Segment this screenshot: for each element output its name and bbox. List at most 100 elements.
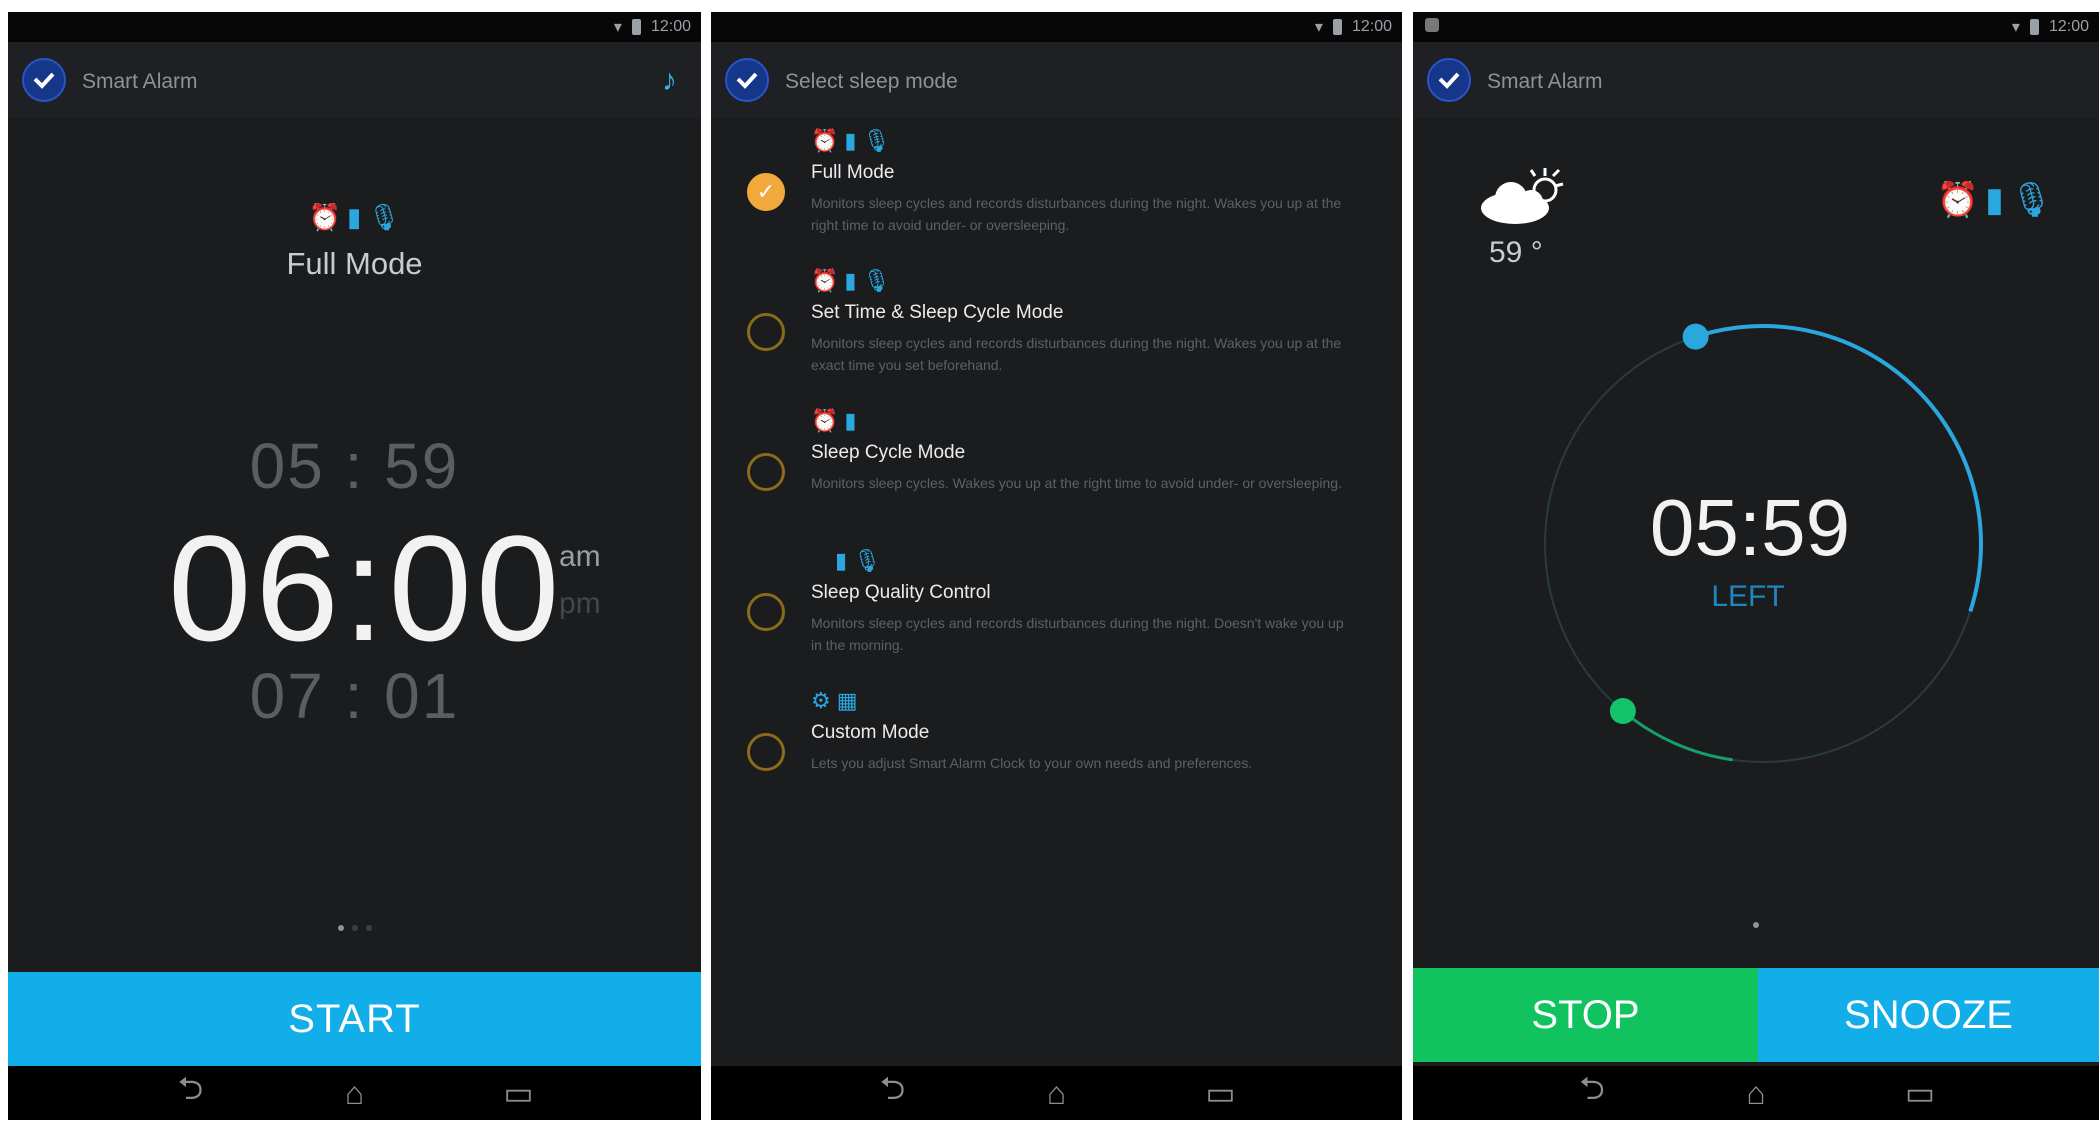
time-picker-next[interactable]: 07 : 01 — [8, 659, 701, 733]
app-title: Smart Alarm — [1487, 70, 1603, 93]
mode-description: Monitors sleep cycles and records distur… — [811, 195, 1342, 233]
countdown-label: LEFT — [1711, 580, 1785, 613]
back-icon[interactable]: ⮌ — [1565, 1066, 1619, 1120]
music-note-icon[interactable]: ♪ — [662, 64, 677, 98]
bar-chart-icon: ▮ — [1985, 181, 2004, 219]
page-dot-active — [1753, 922, 1759, 928]
home-icon[interactable]: ⌂ — [328, 1075, 382, 1112]
alarm-clock-icon: ⏰ — [811, 128, 839, 153]
app-logo-icon[interactable] — [725, 58, 769, 102]
dial-elapsed-arc — [1621, 709, 1733, 762]
back-icon[interactable]: ⮌ — [164, 1066, 218, 1120]
radio-unselected[interactable] — [747, 733, 785, 771]
alarm-clock-icon: ⏰ — [1936, 181, 1980, 219]
app-logo-icon[interactable] — [1427, 58, 1471, 102]
mode-option-custom[interactable]: ⚙ ▦ Custom Mode Lets you adjust Smart Al… — [711, 688, 1402, 818]
mode-feature-icons: ⏰ ▮ 🎙 — [8, 202, 701, 233]
action-bar: Smart Alarm — [1413, 42, 2099, 118]
mode-option-full[interactable]: ✓ ⏰ ▮ 🎙 Full Mode Monitors sleep cycles … — [711, 128, 1402, 258]
mode-description: Monitors sleep cycles. Wakes you up at t… — [811, 475, 1342, 491]
recent-apps-icon[interactable]: ▭ — [1194, 1074, 1248, 1112]
bar-chart-icon: ▮ — [835, 548, 848, 573]
mode-title: Custom Mode — [811, 722, 930, 743]
bar-chart-icon: ▮ — [844, 268, 857, 293]
radio-unselected[interactable] — [747, 313, 785, 351]
microphone-icon: 🎙 — [2009, 181, 2053, 219]
nav-bar: ⮌ ⌂ ▭ — [8, 1066, 701, 1120]
bar-chart-icon: ▮ — [844, 128, 857, 153]
screen-title: Select sleep mode — [785, 70, 958, 93]
microphone-icon: 🎙 — [862, 128, 891, 153]
alarm-clock-icon: ⏰ — [811, 408, 839, 433]
battery-icon — [1332, 19, 1342, 35]
page-dot — [365, 925, 372, 931]
bar-chart-icon: ▮ — [844, 408, 857, 433]
page-dot-active — [337, 925, 344, 931]
calendar-icon: ▦ — [836, 688, 858, 713]
mode-option-sleep-quality-control[interactable]: ▮ 🎙 Sleep Quality Control Monitors sleep… — [711, 548, 1402, 678]
mode-option-sleep-cycle[interactable]: ⏰ ▮ Sleep Cycle Mode Monitors sleep cycl… — [711, 408, 1402, 538]
radio-selected[interactable]: ✓ — [747, 173, 785, 211]
status-bar: ▾ 12:00 — [1413, 12, 2099, 42]
time-picker-selected[interactable]: 06:00 — [168, 502, 563, 675]
radio-unselected[interactable] — [747, 593, 785, 631]
mode-title: Set Time & Sleep Cycle Mode — [811, 302, 1064, 323]
app-logo-icon[interactable] — [22, 58, 66, 102]
time-picker-prev[interactable]: 05 : 59 — [8, 429, 701, 503]
mode-feature-icons: ⏰ ▮ 🎙 — [811, 268, 890, 294]
back-icon[interactable]: ⮌ — [866, 1066, 920, 1120]
notification-icon — [1425, 18, 1439, 32]
gear-icon: ⚙ — [811, 688, 831, 713]
action-bar: Select sleep mode — [711, 42, 1402, 118]
alarm-clock-icon: ⏰ — [308, 202, 342, 232]
dial-end-handle[interactable] — [1609, 697, 1636, 724]
am-toggle[interactable]: am — [559, 540, 601, 574]
bar-chart-icon: ▮ — [347, 202, 362, 232]
microphone-icon: 🎙 — [367, 202, 401, 232]
radio-unselected[interactable] — [747, 453, 785, 491]
temperature: 59 ° — [1489, 236, 1543, 269]
start-button[interactable]: START — [8, 972, 701, 1066]
page-indicator — [1413, 922, 2099, 928]
recent-apps-icon[interactable]: ▭ — [1893, 1074, 1947, 1112]
status-bar: ▾ 12:00 — [8, 12, 701, 42]
microphone-icon: 🎙 — [853, 548, 882, 573]
mode-description: Monitors sleep cycles and records distur… — [811, 335, 1342, 373]
recent-apps-icon[interactable]: ▭ — [492, 1074, 546, 1112]
mode-title: Full Mode — [811, 162, 895, 183]
select-mode-screen: ▾ 12:00 Select sleep mode ✓ ⏰ ▮ 🎙 Full M… — [711, 12, 1402, 1120]
alarm-ringing-screen: ▾ 12:00 Smart Alarm 59 ° ⏰ ▮ 🎙 05:59 LEF… — [1413, 12, 2099, 1120]
status-time: 12:00 — [1351, 18, 1392, 35]
partly-sunny-icon — [1473, 162, 1573, 246]
mode-description: Monitors sleep cycles and records distur… — [811, 615, 1344, 653]
status-icons: ▾ 12:00 — [614, 16, 691, 38]
page-indicator — [8, 925, 701, 931]
mode-name[interactable]: Full Mode — [8, 246, 701, 282]
home-icon[interactable]: ⌂ — [1729, 1075, 1783, 1112]
status-bar: ▾ 12:00 — [711, 12, 1402, 42]
pm-toggle[interactable]: pm — [559, 587, 601, 621]
page-dot — [351, 925, 358, 931]
status-time: 12:00 — [650, 18, 691, 35]
mode-feature-icons: ⚙ ▦ — [811, 688, 858, 714]
home-icon[interactable]: ⌂ — [1030, 1075, 1084, 1112]
alarm-main-screen: ▾ 12:00 Smart Alarm ♪ ⏰ ▮ 🎙 Full Mode 05… — [8, 12, 701, 1120]
countdown-time: 05:59 — [1649, 483, 1851, 572]
status-time: 12:00 — [2048, 18, 2089, 35]
mode-title: Sleep Quality Control — [811, 582, 991, 603]
app-title: Smart Alarm — [82, 70, 198, 93]
mode-feature-icons: ▮ 🎙 — [835, 548, 881, 574]
mode-option-set-time-sleep-cycle[interactable]: ⏰ ▮ 🎙 Set Time & Sleep Cycle Mode Monito… — [711, 268, 1402, 398]
mode-feature-icons: ⏰ ▮ 🎙 — [811, 128, 890, 154]
battery-icon — [2029, 19, 2039, 35]
action-bar: Smart Alarm ♪ — [8, 42, 701, 118]
nav-bar: ⮌ ⌂ ▭ — [711, 1066, 1402, 1120]
stop-button[interactable]: STOP — [1413, 968, 1758, 1062]
snooze-button[interactable]: SNOOZE — [1758, 968, 2099, 1062]
battery-icon — [631, 19, 641, 35]
mode-description: Lets you adjust Smart Alarm Clock to you… — [811, 755, 1253, 771]
status-icons: ▾ 12:00 — [1315, 16, 1392, 38]
mode-feature-icons: ⏰ ▮ — [811, 408, 857, 434]
alarm-clock-icon: ⏰ — [811, 268, 839, 293]
dial-start-handle[interactable] — [1682, 323, 1709, 350]
